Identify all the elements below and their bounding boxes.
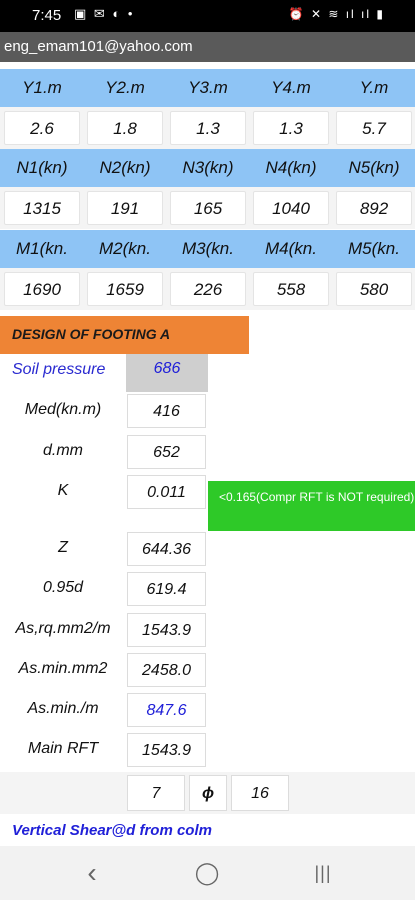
navigation-bar: ‹ ◯ ||| (0, 846, 415, 900)
n1-value[interactable]: 1315 (4, 191, 80, 225)
main-content[interactable]: Y1.m Y2.m Y3.m Y4.m Y.m 2.6 1.8 1.3 1.3 … (0, 62, 415, 846)
n4-value[interactable]: 1040 (253, 191, 329, 225)
bar-count-input[interactable]: 7 (127, 775, 185, 811)
y4-header: Y4.m (271, 78, 311, 97)
d-label: d.mm (43, 442, 83, 459)
m5-header: M5(kn. (348, 239, 400, 258)
med-value: 416 (127, 394, 206, 428)
n4-header: N4(kn) (265, 158, 317, 177)
n2-header: N2(kn) (99, 158, 151, 177)
k-value: 0.011 (127, 475, 206, 509)
back-icon[interactable]: ‹ (72, 856, 112, 890)
m-header-row: M1(kn. M2(kn. M3(kn. M4(kn. M5(kn. (0, 230, 415, 268)
y4-value[interactable]: 1.3 (253, 111, 329, 145)
app-header: eng_emam101@yahoo.com (0, 32, 415, 62)
header-email: eng_emam101@yahoo.com (4, 38, 193, 55)
as-rq-value: 1543.9 (127, 613, 206, 647)
n-header-row: N1(kn) N2(kn) N3(kn) N4(kn) N5(kn) (0, 149, 415, 187)
d-value: 652 (127, 435, 206, 469)
y2-value[interactable]: 1.8 (87, 111, 163, 145)
as-min-per-m-label: As.min./m (27, 700, 99, 717)
n1-header: N1(kn) (16, 158, 68, 177)
notification-icons: ▣ ✉ ◐ • (74, 6, 135, 21)
y2-header: Y2.m (105, 78, 145, 97)
as-min-label: As.min.mm2 (18, 660, 108, 677)
m1-value[interactable]: 1690 (4, 272, 80, 306)
m1-header: M1(kn. (16, 239, 68, 258)
system-status-icons: ⏰ ✕ ≋ ıl ıl ▮ (288, 7, 385, 21)
rft-bar-selection: 7 ϕ 16 (0, 772, 415, 814)
med-label: Med(kn.m) (24, 401, 102, 418)
vertical-shear-label: Vertical Shear@d from colm (12, 822, 212, 839)
y3-header: Y3.m (188, 78, 228, 97)
soil-pressure-input[interactable]: 686 (126, 354, 208, 392)
m-value-row: 1690 1659 226 558 580 (0, 268, 415, 310)
m3-header: M3(kn. (182, 239, 234, 258)
as-min-per-m-value: 847.6 (127, 693, 206, 727)
m2-header: M2(kn. (99, 239, 151, 258)
y-header-row: Y1.m Y2.m Y3.m Y4.m Y.m (0, 69, 415, 107)
main-rft-label: Main RFT (27, 740, 99, 757)
as-min-value: 2458.0 (127, 653, 206, 687)
n5-value[interactable]: 892 (336, 191, 412, 225)
k-label: K (57, 482, 69, 499)
n5-header: N5(kn) (348, 158, 400, 177)
footing-title: DESIGN OF FOOTING A (0, 316, 249, 354)
m4-value[interactable]: 558 (253, 272, 329, 306)
n2-value[interactable]: 191 (87, 191, 163, 225)
095d-value: 619.4 (127, 572, 206, 606)
as-rq-label: As,rq.mm2/m (15, 620, 111, 637)
bar-diameter-input[interactable]: 16 (231, 775, 289, 811)
soil-pressure-label: Soil pressure (12, 361, 106, 378)
m4-header: M4(kn. (265, 239, 317, 258)
y1-header: Y1.m (22, 78, 62, 97)
m5-value[interactable]: 580 (336, 272, 412, 306)
z-value: 644.36 (127, 532, 206, 566)
k-check-note: <0.165(Compr RFT is NOT required) (208, 481, 415, 531)
n-value-row: 1315 191 165 1040 892 (0, 187, 415, 229)
y1-value[interactable]: 2.6 (4, 111, 80, 145)
n3-header: N3(kn) (182, 158, 234, 177)
n3-value[interactable]: 165 (170, 191, 246, 225)
m2-value[interactable]: 1659 (87, 272, 163, 306)
z-label: Z (58, 539, 68, 556)
status-time: 7:45 (32, 7, 62, 24)
status-bar: 7:45 ▣ ✉ ◐ • ⏰ ✕ ≋ ıl ıl ▮ (0, 0, 415, 32)
y-value[interactable]: 5.7 (336, 111, 412, 145)
y3-value[interactable]: 1.3 (170, 111, 246, 145)
main-rft-value: 1543.9 (127, 733, 206, 767)
y-header: Y.m (359, 78, 389, 97)
095d-label: 0.95d (42, 579, 84, 596)
m3-value[interactable]: 226 (170, 272, 246, 306)
phi-symbol: ϕ (189, 775, 227, 811)
y-value-row: 2.6 1.8 1.3 1.3 5.7 (0, 107, 415, 149)
recents-icon[interactable]: ||| (303, 856, 343, 890)
home-icon[interactable]: ◯ (187, 856, 227, 890)
